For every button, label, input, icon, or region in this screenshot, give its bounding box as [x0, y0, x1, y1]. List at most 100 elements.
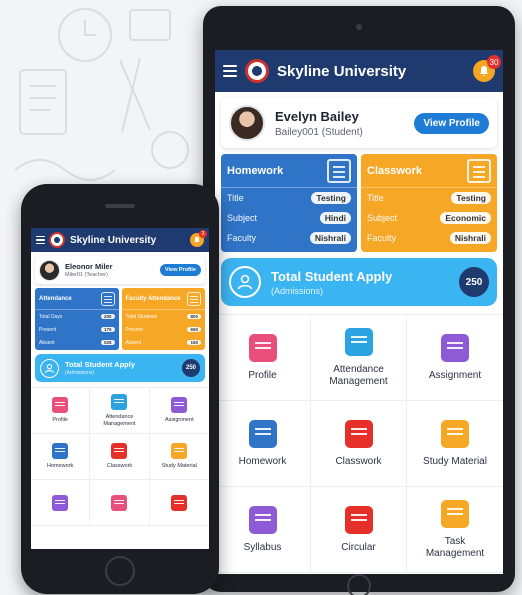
- menu-tile-profile[interactable]: Profile: [31, 388, 91, 434]
- summary-card-attendance[interactable]: Attendance Total Days 200 Present 175 Absent 0…: [35, 288, 119, 350]
- card-row-label: Present: [39, 326, 57, 333]
- task-icon: [441, 500, 469, 528]
- profile-icon: [52, 397, 69, 414]
- syllabus-icon: [52, 494, 69, 511]
- card-row: Absent 025: [35, 336, 119, 349]
- menu-tile-label: Study Material: [423, 455, 487, 467]
- menu-tile-circular[interactable]: [149, 480, 209, 526]
- assignment-icon: [171, 397, 188, 414]
- summary-card-faculty-attendance[interactable]: Faculty Attendance Total Students 800 Prese…: [121, 288, 206, 350]
- card-icon: [467, 158, 491, 183]
- assignment-icon: [441, 333, 469, 362]
- menu-tile-task-management[interactable]: Task Management: [407, 487, 503, 573]
- menu-tile-label: Attendance Management: [103, 414, 136, 427]
- task-icon: [111, 494, 128, 511]
- hamburger-menu-icon[interactable]: [223, 65, 237, 77]
- menu-tile-homework[interactable]: Homework: [215, 401, 311, 487]
- phone-home-button[interactable]: [105, 556, 135, 586]
- card-row: Absent 150: [122, 336, 206, 349]
- profile-name: Eleonor Miler: [65, 262, 113, 271]
- menu-tile-study-material[interactable]: Study Material: [149, 434, 209, 480]
- card-row: Present 650: [122, 323, 206, 336]
- summary-card-classwork[interactable]: Classwork Title Testing Subject Economic Facu…: [361, 154, 497, 252]
- profile-id: Miler01 (Teacher): [65, 272, 108, 278]
- phone-speaker: [105, 204, 135, 208]
- card-row-value: 150: [187, 340, 201, 345]
- card-title: Homework: [227, 164, 284, 177]
- view-profile-button[interactable]: View Profile: [414, 112, 489, 134]
- card-row: Faculty Nishrali: [361, 228, 497, 248]
- menu-tile-homework[interactable]: Homework: [31, 434, 91, 480]
- menu-tile-label: Profile: [52, 417, 68, 424]
- apply-title: Total Student Apply: [65, 360, 135, 369]
- menu-tile-label: Assignment: [164, 417, 194, 424]
- menu-tile-study-material[interactable]: Study Material: [407, 401, 503, 487]
- syllabus-icon: [248, 505, 277, 534]
- menu-tile-label: Syllabus: [243, 541, 282, 553]
- card-row-label: Subject: [367, 213, 398, 223]
- card-row-value: 175: [100, 327, 115, 332]
- menu-tile-classwork[interactable]: Classwork: [311, 401, 407, 487]
- menu-tile-classwork[interactable]: Classwork: [90, 434, 150, 480]
- card-row-value: 650: [187, 327, 201, 332]
- notification-button[interactable]: 3: [190, 230, 207, 247]
- person-icon: [229, 266, 261, 298]
- menu-tile-task[interactable]: [90, 480, 150, 526]
- menu-tile-label: Classwork: [106, 463, 133, 470]
- avatar: [39, 259, 60, 281]
- card-row: Subject Economic: [361, 208, 497, 228]
- card-row-label: Total Days: [39, 313, 63, 320]
- card-row: Faculty Nishrali: [221, 228, 357, 248]
- card-row-value: Testing: [451, 192, 491, 204]
- profile-id: Bailey001 (Student): [275, 126, 363, 138]
- app-title: Skyline University: [70, 234, 157, 246]
- phone-screen: Skyline University 3 Eleonor Miler Miler…: [31, 228, 209, 549]
- menu-tile-circular[interactable]: Circular: [311, 487, 407, 573]
- profile-name: Evelyn Bailey: [275, 108, 359, 124]
- homework-icon: [248, 419, 277, 448]
- card-row-value: 800: [187, 314, 201, 319]
- menu-tile-label: Study Material: [161, 463, 197, 470]
- avatar: [229, 105, 265, 141]
- card-row: Subject Hindi: [221, 208, 357, 228]
- card-row: Title Testing: [361, 188, 497, 208]
- card-row-value: Hindi: [319, 212, 351, 224]
- notification-button[interactable]: 30: [473, 55, 501, 82]
- card-row-label: Total Students: [125, 313, 158, 320]
- card-row-label: Faculty: [367, 233, 397, 243]
- tablet-device: Skyline University 30 Evelyn Bailey Bail…: [203, 6, 515, 595]
- total-student-apply-card[interactable]: Total Student Apply (Admissions) 250: [35, 354, 205, 382]
- study-material-icon: [171, 443, 188, 460]
- card-row-value: 200: [100, 314, 115, 319]
- app-title: Skyline University: [277, 62, 407, 80]
- menu-tile-label: Homework: [47, 463, 74, 470]
- tablet-screen: Skyline University 30 Evelyn Bailey Bail…: [215, 50, 503, 574]
- feature-grid: Profile Attendance Management Assignment Ho…: [215, 314, 503, 573]
- card-row-value: Nishrali: [449, 232, 491, 244]
- menu-tile-assignment[interactable]: Assignment: [407, 315, 503, 401]
- classwork-icon: [111, 443, 128, 460]
- apply-title: Total Student Apply: [271, 268, 393, 284]
- menu-tile-attendance-management[interactable]: Attendance Management: [90, 388, 150, 434]
- summary-card-homework[interactable]: Homework Title Testing Subject Hindi Faculty N…: [221, 154, 357, 252]
- menu-tile-profile[interactable]: Profile: [215, 315, 311, 401]
- view-profile-button[interactable]: View Profile: [159, 264, 201, 276]
- card-row: Total Students 800: [122, 310, 206, 323]
- profile-card: Eleonor Miler Miler01 (Teacher) View Pro…: [35, 256, 205, 284]
- menu-tile-label: Circular: [341, 541, 376, 553]
- total-student-apply-card[interactable]: Total Student Apply (Admissions) 250: [221, 258, 497, 306]
- menu-tile-attendance-management[interactable]: Attendance Management: [311, 315, 407, 401]
- menu-tile-label: Classwork: [335, 455, 382, 467]
- card-title: Classwork: [367, 164, 423, 177]
- attendance-icon: [344, 328, 373, 356]
- apply-subtitle: (Admissions): [271, 285, 324, 296]
- menu-tile-label: Homework: [238, 455, 287, 467]
- tablet-camera: [356, 24, 362, 30]
- menu-tile-syllabus[interactable]: [31, 480, 91, 526]
- card-icon: [327, 158, 351, 183]
- card-title: Attendance: [39, 295, 72, 302]
- menu-tile-syllabus[interactable]: Syllabus: [215, 487, 311, 573]
- hamburger-menu-icon[interactable]: [36, 235, 45, 245]
- menu-tile-assignment[interactable]: Assignment: [149, 388, 209, 434]
- tablet-home-button[interactable]: [347, 574, 371, 595]
